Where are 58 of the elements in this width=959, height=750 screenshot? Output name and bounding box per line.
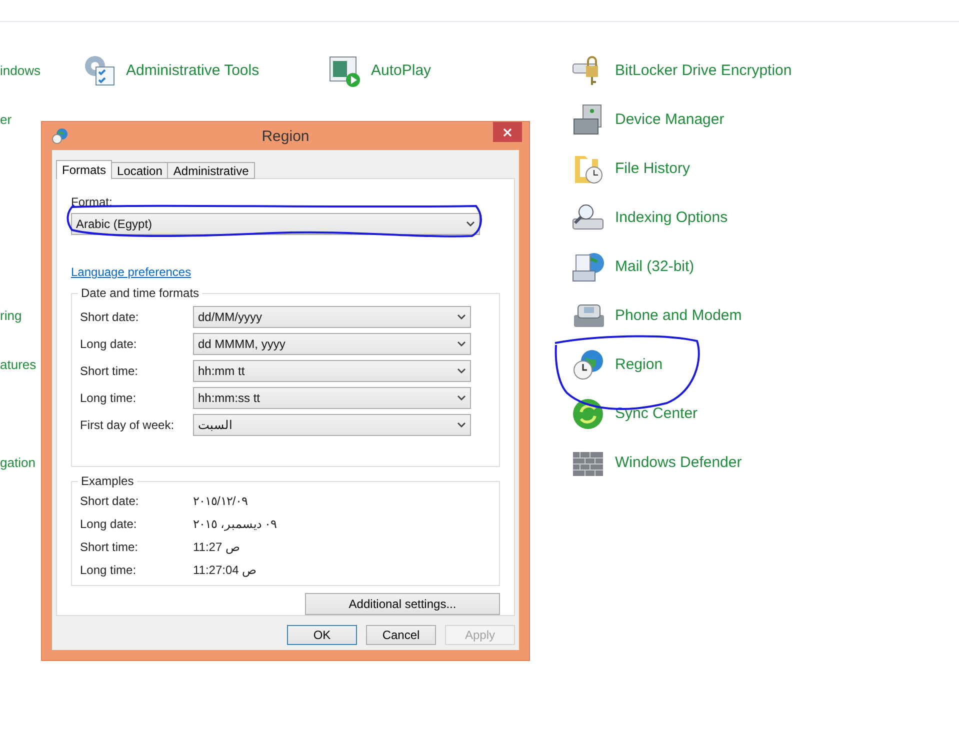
format-dropdown[interactable]: Arabic (Egypt) [71,213,480,235]
tab[interactable]: Formats [56,160,112,179]
format-dropdown[interactable]: dd MMMM, yyyy [193,332,471,355]
caret-icon [457,394,466,401]
tab[interactable]: Location [111,162,168,179]
control-panel-link[interactable]: ring [0,294,22,338]
media-play-icon [328,54,362,88]
control-panel-link[interactable]: AutoPlay [371,49,432,93]
control-panel-link[interactable]: Region [615,343,663,387]
control-panel-link[interactable]: indows [0,49,40,93]
caret-icon [457,340,466,347]
gear-checklist-icon [83,54,117,88]
window-title: Region [260,128,310,144]
tab[interactable]: Administrative [167,162,255,179]
dialog-button[interactable]: OK [287,625,357,645]
caret-icon [457,314,466,320]
example-label: Short date: [80,494,140,508]
control-panel-link[interactable]: Mail (32-bit) [615,245,694,289]
control-panel-link[interactable]: Phone and Modem [615,294,742,338]
format-dropdown[interactable]: dd/MM/yyyy [193,306,471,328]
field-label: Long date: [80,336,138,351]
control-panel-link[interactable]: Indexing Options [615,196,728,240]
sync-arrows-icon [572,397,606,431]
mail-globe-icon [572,250,606,284]
additional-settings-button[interactable]: Additional settings... [305,592,500,615]
globe-clock-icon [572,348,606,382]
caret-icon [457,422,466,428]
format-dropdown[interactable]: hh:mm:ss tt [193,386,471,409]
field-label: Long time: [80,390,138,405]
example-label: Short time: [80,540,140,554]
control-panel-link[interactable]: File History [615,147,690,191]
control-panel-link[interactable]: Device Manager [615,98,724,142]
control-panel-link[interactable]: er [0,98,12,142]
group-title: Date and time formats [78,286,202,300]
field-label: Short date: [80,310,140,324]
caret-icon [457,368,466,374]
example-label: Long date: [80,517,138,532]
example-value: ص 11:27:04 [193,563,258,578]
caret-icon [466,220,475,227]
control-panel-link[interactable]: gation [0,441,36,485]
field-label: First day of week: [80,418,176,432]
control-panel-link[interactable]: Windows Defender [615,441,742,485]
example-value: ٠٩ ديسمبر، ٢٠١٥ [193,517,277,532]
language-preferences-link[interactable]: Language preferences [71,264,192,279]
field-label: Short time: [80,364,140,378]
example-value: ٢٠١٥/١٢/٠٩ [193,494,248,510]
close-icon [503,128,512,136]
example-value: ص 11:27 [193,540,240,556]
control-panel-link[interactable]: atures [0,343,36,387]
format-dropdown[interactable]: hh:mm tt [193,360,471,382]
control-panel-link[interactable]: Administrative Tools [126,49,260,93]
globe-clock-icon [52,128,68,144]
example-label: Long time: [80,563,138,578]
group-title: Examples [78,474,137,488]
dialog-button[interactable]: Cancel [366,625,436,645]
close-button[interactable] [493,122,522,142]
control-panel-link[interactable]: BitLocker Drive Encryption [615,49,792,93]
format-dropdown[interactable]: السبت [193,414,471,436]
